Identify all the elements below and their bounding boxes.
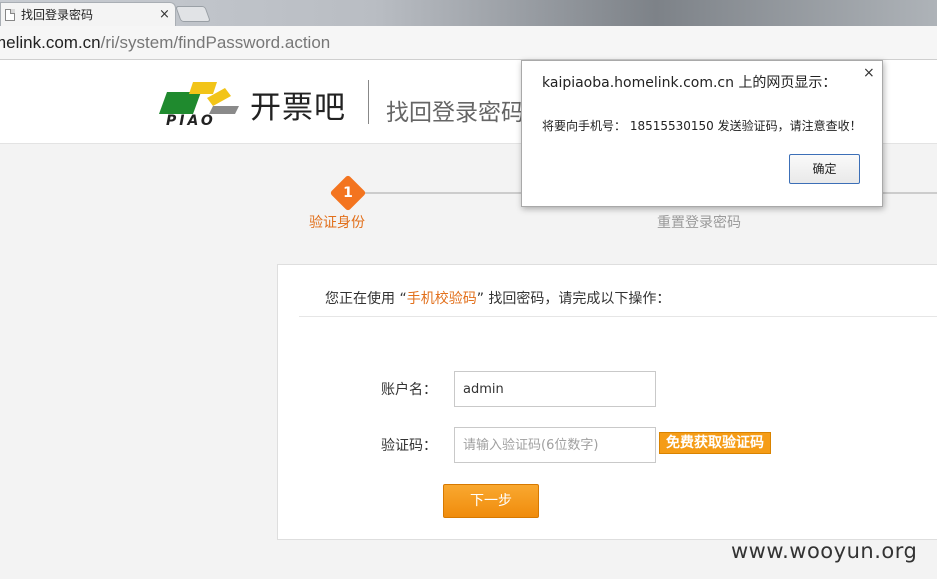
browser-tab-strip: 找回登录密码 ×: [0, 0, 937, 26]
account-label: 账户名：: [381, 382, 437, 398]
alert-dialog: kaipiaoba.homelink.com.cn 上的网页显示： × 将要向手…: [521, 60, 883, 207]
brand-name: 开票吧: [250, 90, 346, 126]
watermark: www.wooyun.org: [731, 539, 918, 563]
dialog-title: kaipiaoba.homelink.com.cn 上的网页显示：: [542, 75, 837, 91]
address-bar[interactable]: melink.com.cn/ri/system/findPassword.act…: [0, 26, 937, 60]
dialog-ok-button[interactable]: 确定: [789, 154, 860, 184]
notice-prefix: 您正在使用 “: [325, 291, 407, 307]
verification-code-input[interactable]: [454, 427, 656, 463]
url-host: melink.com.cn: [0, 33, 101, 52]
url-text[interactable]: melink.com.cn/ri/system/findPassword.act…: [0, 33, 330, 53]
account-input[interactable]: [454, 371, 656, 407]
dialog-message: 将要向手机号： 18515530150 发送验证码，请注意查收！: [542, 119, 862, 133]
dialog-close-icon[interactable]: ×: [863, 65, 875, 81]
verification-panel: 您正在使用 “手机校验码” 找回密码，请完成以下操作： 账户名： 验证码： 免费…: [277, 264, 937, 540]
panel-divider: [299, 316, 937, 317]
tab-close-icon[interactable]: ×: [159, 7, 175, 22]
step-1-label: 验证身份: [309, 215, 365, 231]
logo-yellow-shape: [189, 82, 217, 94]
logo-text: PIAO: [166, 113, 216, 129]
browser-tab[interactable]: 找回登录密码 ×: [0, 2, 176, 26]
tab-title: 找回登录密码: [21, 8, 94, 22]
verification-notice: 您正在使用 “手机校验码” 找回密码，请完成以下操作：: [325, 288, 670, 308]
code-label: 验证码：: [381, 438, 437, 454]
new-tab-button[interactable]: [175, 6, 211, 22]
get-code-button[interactable]: 免费获取验证码: [659, 432, 771, 454]
logo-green-shape: [159, 92, 201, 114]
notice-suffix: ” 找回密码，请完成以下操作：: [476, 291, 671, 307]
url-path: /ri/system/findPassword.action: [100, 33, 331, 52]
page-icon: [5, 8, 15, 21]
step-1-number: 1: [343, 185, 353, 201]
page-title: 找回登录密码: [386, 100, 524, 126]
notice-method: 手机校验码: [406, 291, 477, 307]
brand-divider: [368, 80, 369, 124]
step-2-label: 重置登录密码: [657, 215, 741, 231]
next-step-button[interactable]: 下一步: [443, 484, 539, 518]
